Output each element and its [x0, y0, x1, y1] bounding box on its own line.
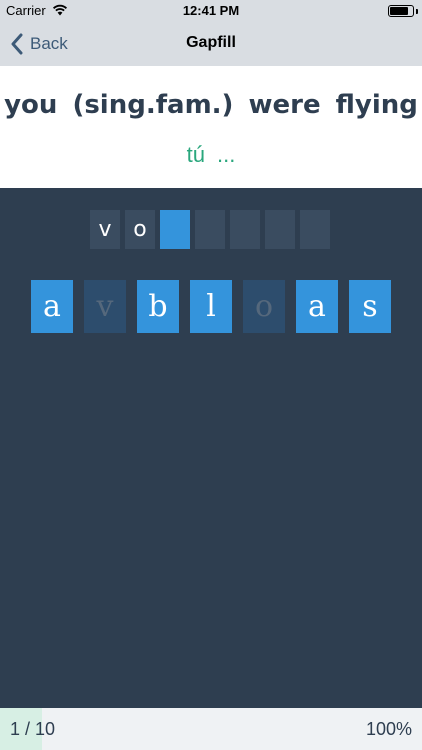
status-bar: Carrier 12:41 PM — [0, 0, 422, 22]
answer-slot[interactable]: v — [90, 210, 120, 249]
letter-tile[interactable]: s — [349, 280, 391, 333]
answer-slot[interactable]: o — [125, 210, 155, 249]
score-percent: 100% — [365, 719, 412, 739]
navigation-bar: Back Gapfill — [0, 22, 422, 66]
answer-slot[interactable] — [160, 210, 190, 249]
letter-tile[interactable]: b — [137, 280, 179, 333]
battery-icon — [388, 5, 414, 17]
prompt-english: you (sing.fam.) were flying — [4, 90, 418, 120]
answer-slot[interactable] — [300, 210, 330, 249]
question-counter: 1 / 10 — [10, 719, 55, 740]
letter-tile[interactable]: a — [31, 280, 73, 333]
total-questions: 10 — [35, 719, 56, 739]
letter-tile: v — [84, 280, 126, 333]
prompt-hint: tú ... — [186, 142, 236, 167]
prompt-panel: you (sing.fam.) were flying tú ... — [0, 66, 422, 188]
answer-slot[interactable] — [265, 210, 295, 249]
letter-tiles: avbloas — [0, 280, 422, 334]
counter-separator: / — [20, 719, 36, 739]
answer-slot[interactable] — [195, 210, 225, 249]
battery-level — [390, 7, 408, 15]
letter-tile[interactable]: a — [296, 280, 338, 333]
answer-slots: vo — [0, 210, 422, 250]
letter-tile[interactable]: l — [190, 280, 232, 333]
answer-slot[interactable] — [230, 210, 260, 249]
clock: 12:41 PM — [182, 3, 240, 18]
letter-tile: o — [243, 280, 285, 333]
footer: 1 / 10 100% — [0, 708, 422, 750]
current-question: 1 — [10, 719, 21, 739]
page-title: Gapfill — [186, 34, 236, 51]
battery-tip — [416, 9, 418, 14]
